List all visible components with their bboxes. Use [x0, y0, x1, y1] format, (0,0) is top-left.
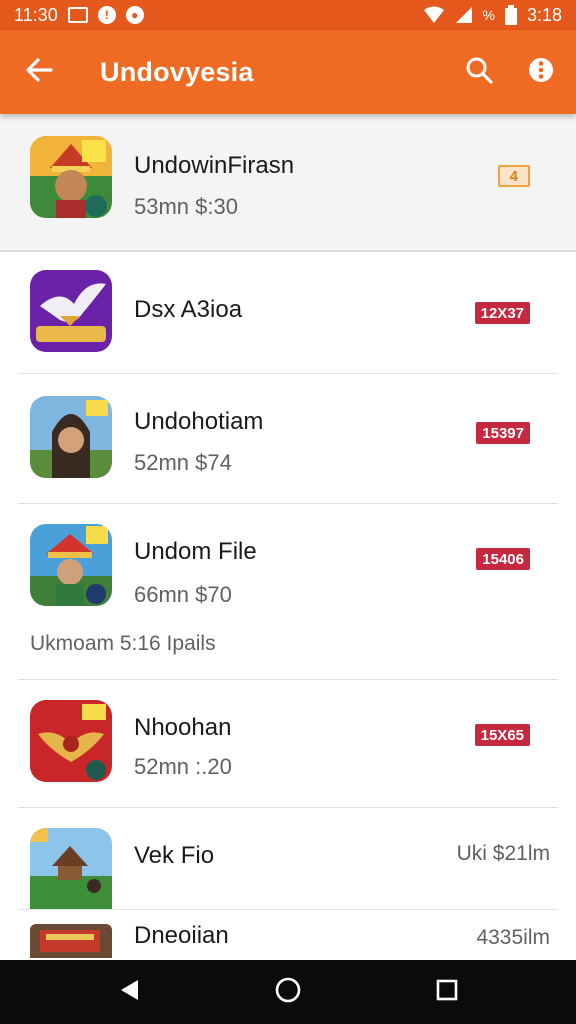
list-item[interactable]: Undohotiam 52mn $74 15397 [0, 374, 576, 504]
list-item-subtitle: 52mn $74 [134, 450, 232, 475]
app-bar: Undovyesia [0, 30, 576, 114]
image-icon [67, 7, 88, 23]
more-vert-icon [528, 57, 554, 88]
status-time-right: 3:18 [526, 4, 562, 25]
app-thumbnail-icon [30, 136, 112, 218]
nav-recents-button[interactable] [415, 960, 479, 1024]
back-triangle-icon [118, 978, 140, 1007]
back-button[interactable] [0, 30, 78, 114]
app-thumbnail-icon [30, 700, 112, 782]
search-icon [465, 56, 493, 89]
list-item-subtitle: 52mn :.20 [134, 754, 232, 779]
list-item-title: Nhoohan [134, 714, 232, 741]
status-badge: 15406 [476, 548, 530, 570]
status-bar: 11:30 ! ● % 3:18 [0, 0, 576, 30]
battery-icon [504, 5, 517, 25]
list-item-title: Dneoiian [134, 922, 229, 949]
wifi-icon [423, 6, 445, 24]
record-icon: ● [125, 6, 144, 24]
list-item[interactable]: Vek Fio Uki $21lm [0, 808, 576, 910]
status-badge: 15397 [476, 422, 530, 444]
list-item[interactable]: Dneoiian 4335ilm [0, 910, 576, 960]
list-item-meta: Uki $21lm [456, 842, 550, 865]
app-thumbnail-icon [30, 270, 112, 352]
list-item[interactable]: Nhoohan 52mn :.20 15X65 [0, 680, 576, 808]
battery-percent: % [482, 7, 495, 23]
app-thumbnail-icon [30, 524, 112, 606]
status-badge: 15X65 [474, 724, 530, 746]
app-thumbnail-icon [30, 924, 112, 958]
status-time-left: 11:30 [14, 4, 58, 25]
list-item[interactable]: Undom File 66mn $70 15406 Ukmoam 5:16 Ip… [0, 504, 576, 680]
recents-square-icon [435, 978, 459, 1007]
list-item-title: Dsx A3ioa [134, 296, 243, 323]
list-item-subtitle: 53mn $:30 [134, 194, 238, 219]
list-item[interactable]: Dsx A3ioa 12X37 [0, 252, 576, 374]
list-item-title: UndowinFirasn [134, 152, 295, 179]
list-item-meta: 4335ilm [476, 926, 550, 949]
list-item[interactable]: UndowinFirasn 53mn $:30 4 [0, 114, 576, 252]
app-thumbnail-icon [30, 828, 112, 910]
status-badge: 12X37 [474, 302, 530, 324]
status-badge: 4 [497, 165, 530, 187]
list-item-subtitle: 66mn $70 [134, 582, 232, 607]
nav-home-button[interactable] [256, 960, 320, 1024]
list-item-title: Undohotiam [134, 408, 264, 435]
list-item-detail: Ukmoam 5:16 Ipails [30, 632, 216, 655]
app-list: UndowinFirasn 53mn $:30 4 Dsx A3ioa 12X3… [0, 114, 576, 960]
search-button[interactable] [448, 30, 510, 114]
app-thumbnail-icon [30, 396, 112, 478]
more-options-button[interactable] [510, 30, 572, 114]
home-circle-icon [274, 976, 302, 1009]
back-arrow-icon [25, 56, 53, 89]
nav-back-button[interactable] [97, 960, 161, 1024]
list-item-title: Vek Fio [134, 842, 215, 869]
list-item-title: Undom File [134, 538, 257, 565]
page-title: Undovyesia [100, 56, 254, 87]
signal-icon [455, 6, 473, 24]
system-nav-bar [0, 960, 576, 1024]
alert-icon: ! [97, 6, 116, 24]
